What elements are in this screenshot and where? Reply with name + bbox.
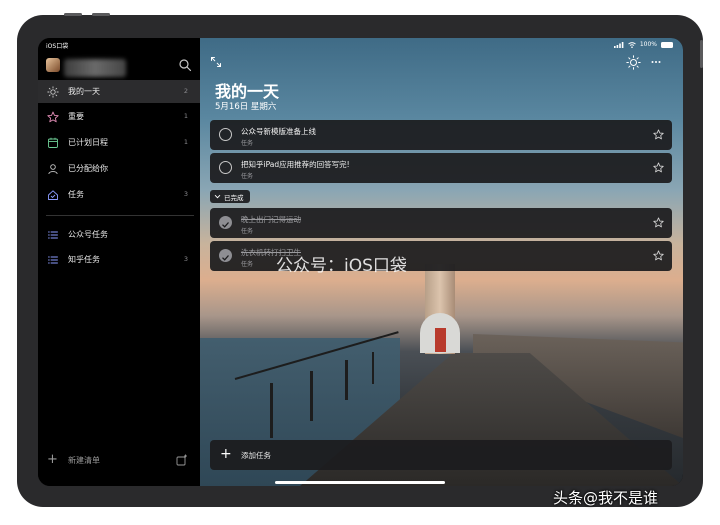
star-icon[interactable] (653, 129, 664, 140)
star-icon (47, 111, 59, 122)
star-icon[interactable] (653, 162, 664, 173)
sidebar-divider (46, 215, 194, 216)
sidebar-item-count: 3 (183, 190, 188, 198)
status-bar-right: 100% (613, 41, 673, 48)
task-subtitle: 任务 (241, 173, 254, 180)
plus-icon: + (47, 452, 58, 467)
wifi-icon (628, 41, 636, 48)
checkmark-icon (222, 255, 229, 261)
new-list-button[interactable]: + 新建清单 (38, 451, 200, 471)
battery-percent: 100% (639, 41, 657, 48)
sidebar-item-planned[interactable]: 已计划日程 1 (38, 131, 200, 154)
background-railing-post (310, 371, 313, 421)
signal-icon (613, 41, 624, 48)
person-icon (48, 163, 58, 174)
task-checkbox-checked[interactable] (219, 249, 232, 262)
plus-icon: + (220, 446, 232, 462)
task-row[interactable]: 公众号新模版准备上线 任务 (210, 120, 672, 150)
background-lighthouse-door (435, 328, 446, 352)
main-panel: 100% 我的一天 5月16日 星期六 公众号新模版准备上线 任务 把知乎iPa… (200, 38, 683, 486)
sidebar-item-important[interactable]: 重要 1 (38, 105, 200, 128)
search-icon[interactable] (178, 58, 192, 72)
page-date: 5月16日 星期六 (215, 102, 277, 112)
sidebar-item-tasks[interactable]: 任务 3 (38, 183, 200, 206)
home-indicator (275, 481, 445, 484)
checkmark-icon (222, 222, 229, 228)
home-icon (48, 189, 58, 200)
sidebar-item-count: 3 (183, 255, 188, 263)
sidebar-item-label: 重要 (68, 112, 84, 121)
footer-watermark: 头条@我不是谁 (553, 489, 659, 507)
sidebar-item-label: 公众号任务 (68, 230, 108, 239)
task-title: 晚上出门记得运动 (241, 215, 301, 224)
task-checkbox[interactable] (219, 128, 232, 141)
background-railing-post (345, 360, 348, 400)
add-task-label: 添加任务 (241, 451, 271, 460)
watermark: 公众号：iOS口袋 (276, 256, 407, 276)
list-icon (48, 256, 58, 263)
volume-button (64, 13, 82, 16)
sidebar-item-label: 已分配给你 (68, 164, 108, 173)
star-icon[interactable] (653, 217, 664, 228)
sidebar-item-label: 任务 (68, 190, 84, 199)
sidebar-list-zhihu[interactable]: 知乎任务 3 (38, 248, 200, 271)
power-button (700, 40, 703, 68)
sidebar-item-label: 知乎任务 (68, 255, 100, 264)
volume-button (92, 13, 110, 16)
sidebar-item-label: 已计划日程 (68, 138, 108, 147)
background-railing-post (270, 383, 273, 438)
sidebar-item-label: 我的一天 (68, 87, 100, 96)
sidebar: iOS口袋 我的一天 2 重要 1 已计划日程 1 已分配给你 任务 3 公众号… (38, 38, 200, 486)
screen: iOS口袋 我的一天 2 重要 1 已计划日程 1 已分配给你 任务 3 公众号… (38, 38, 683, 486)
task-subtitle: 任务 (241, 140, 254, 147)
calendar-icon (48, 137, 58, 148)
task-checkbox[interactable] (219, 161, 232, 174)
task-row[interactable]: 把知乎iPad应用推荐的回答写完! 任务 (210, 153, 672, 183)
avatar[interactable] (46, 58, 60, 72)
completed-toggle[interactable]: 已完成 (210, 190, 250, 203)
star-icon[interactable] (653, 250, 664, 261)
sidebar-item-count: 1 (183, 138, 188, 146)
sun-icon (47, 85, 59, 98)
completed-label: 已完成 (224, 193, 244, 202)
add-task-bar[interactable]: + 添加任务 (210, 440, 672, 470)
new-group-icon[interactable] (176, 454, 188, 466)
chevron-down-icon (214, 194, 221, 199)
task-title: 公众号新模版准备上线 (241, 127, 316, 136)
sidebar-item-count: 1 (183, 112, 188, 120)
sidebar-item-assigned[interactable]: 已分配给你 (38, 157, 200, 180)
sidebar-list-gzh[interactable]: 公众号任务 (38, 223, 200, 246)
battery-icon (661, 41, 673, 48)
task-checkbox-checked[interactable] (219, 216, 232, 229)
blurred-account-name[interactable] (64, 59, 126, 77)
status-carrier: iOS口袋 (46, 43, 69, 50)
task-subtitle: 任务 (241, 261, 254, 268)
completed-task-row[interactable]: 晚上出门记得运动 任务 (210, 208, 672, 238)
page-title: 我的一天 (215, 82, 280, 101)
new-list-label: 新建清单 (68, 456, 100, 465)
sidebar-item-count: 2 (183, 87, 188, 95)
background-railing-post (372, 352, 374, 384)
sidebar-item-my-day[interactable]: 我的一天 2 (38, 80, 200, 103)
task-title: 把知乎iPad应用推荐的回答写完! (241, 160, 350, 169)
task-subtitle: 任务 (241, 228, 254, 235)
lightbulb-icon[interactable] (626, 55, 641, 70)
more-icon[interactable] (650, 56, 662, 68)
expand-icon[interactable] (210, 56, 222, 68)
list-icon (48, 231, 58, 238)
